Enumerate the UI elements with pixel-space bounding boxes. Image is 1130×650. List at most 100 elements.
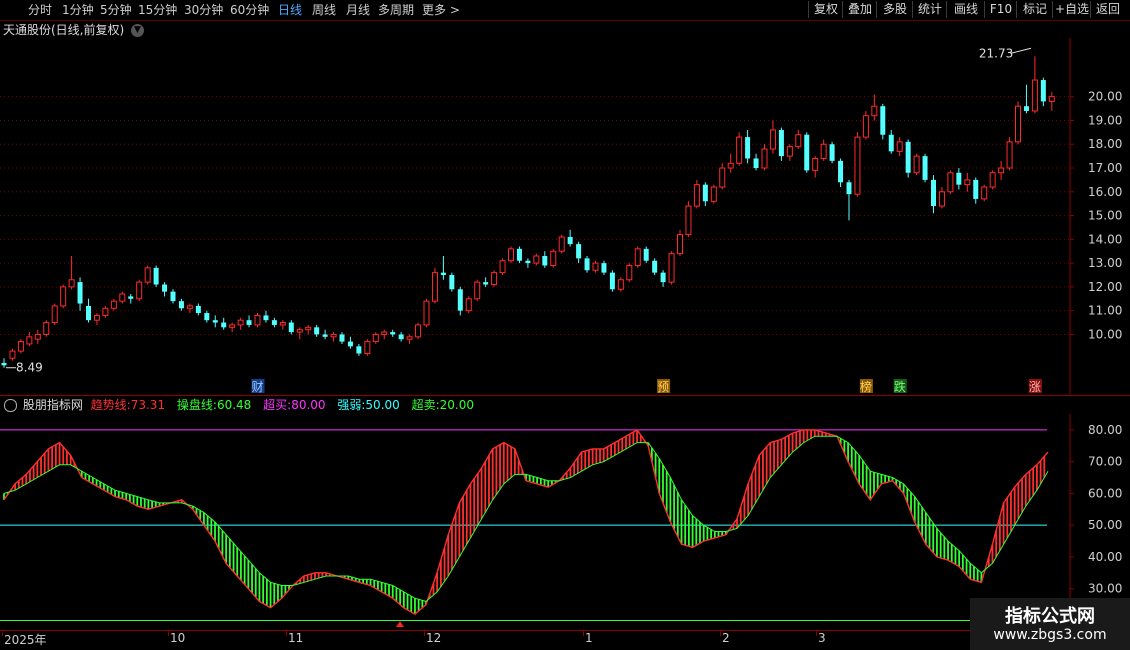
candle-body xyxy=(128,296,134,299)
oversold-value: 20.00 xyxy=(439,398,475,412)
candle-body xyxy=(525,260,531,264)
chevron-down-icon[interactable]: ▼ xyxy=(131,24,145,37)
candle-body xyxy=(592,262,599,271)
candle-body xyxy=(981,186,988,200)
time-axis-tick xyxy=(583,630,584,636)
panel-divider xyxy=(0,395,1130,396)
period-tab-6[interactable]: 日线 xyxy=(278,2,302,18)
candle-body xyxy=(1015,105,1021,143)
operate-line xyxy=(3,435,1049,602)
candle-body xyxy=(305,326,312,331)
toolbar-button-0[interactable]: 复权 xyxy=(808,1,843,18)
settings-icon[interactable] xyxy=(4,399,17,412)
period-tab-7[interactable]: 周线 xyxy=(312,2,336,18)
candle-body xyxy=(68,279,75,288)
candle-body xyxy=(922,156,928,180)
time-axis-tick xyxy=(816,630,817,636)
price-tick-label: 18.00 xyxy=(1088,137,1122,151)
event-marker: 跌 xyxy=(894,379,906,394)
period-tab-10[interactable]: 更多 > xyxy=(422,2,460,18)
candle-body xyxy=(938,191,945,207)
candle-body xyxy=(17,341,24,352)
candle-body xyxy=(415,324,422,338)
indicator-tick-label: 70.00 xyxy=(1088,455,1122,469)
candle-body xyxy=(516,248,522,261)
candle-body xyxy=(390,332,396,335)
candle-body xyxy=(431,272,438,302)
period-tab-5[interactable]: 60分钟 xyxy=(230,2,269,18)
candle-body xyxy=(896,141,903,152)
period-tab-3[interactable]: 15分钟 xyxy=(138,2,177,18)
candle-body xyxy=(60,286,67,307)
price-tick-label: 16.00 xyxy=(1088,185,1122,199)
time-axis-tick xyxy=(424,630,425,636)
period-tab-9[interactable]: 多周期 xyxy=(378,2,414,18)
period-toolbar: 分时 1分钟 5分钟 15分钟 30分钟 60分钟 日线 周线 月线 多周期 更多 > 复权 叠加 多股统… xyxy=(0,0,1130,21)
candle-body xyxy=(195,305,201,314)
candle-body xyxy=(279,322,286,326)
candle-body xyxy=(745,137,751,159)
toolbar-button-6[interactable]: 标记 xyxy=(1016,1,1053,18)
period-tab-2[interactable]: 5分钟 xyxy=(100,2,132,18)
candle-body xyxy=(26,336,33,345)
toolbar-button-7[interactable]: +自选 xyxy=(1052,1,1091,18)
candle-body xyxy=(854,136,861,195)
candle-body xyxy=(550,250,557,266)
candle-body xyxy=(162,284,168,292)
period-tab-4[interactable]: 30分钟 xyxy=(184,2,223,18)
time-axis-tick xyxy=(168,630,169,636)
candle-body xyxy=(702,184,708,202)
candle-body xyxy=(186,305,193,309)
candle-body xyxy=(753,158,759,169)
watermark-url: www.zbgs3.com xyxy=(993,627,1107,643)
candle-body xyxy=(136,281,143,300)
candle-body xyxy=(1040,80,1046,102)
candle-body xyxy=(660,272,666,283)
bottom-marker-icon xyxy=(396,621,404,627)
candle-body xyxy=(846,182,852,195)
candle-body xyxy=(677,234,683,255)
toolbar-button-3[interactable]: 统计 xyxy=(912,1,947,18)
time-axis-label: 10 xyxy=(170,631,186,645)
indicator-chart[interactable]: 80.0070.0060.0050.0040.0030.0020.00 xyxy=(0,414,1130,630)
period-tab-0[interactable]: 分时 xyxy=(28,2,52,18)
candle-body xyxy=(693,184,700,207)
candle-body xyxy=(457,289,463,311)
indicator-name: 股朋指标网 xyxy=(22,398,83,412)
overbought-label: 超买: xyxy=(263,398,292,412)
candle-body xyxy=(584,258,590,271)
strong-weak-legend: 强弱:50.00 xyxy=(337,398,403,412)
candle-body xyxy=(237,319,244,326)
period-tab-1[interactable]: 1分钟 xyxy=(62,2,94,18)
candle-body xyxy=(77,282,83,304)
candle-body xyxy=(736,136,743,164)
candle-body xyxy=(1006,141,1013,169)
high-price-pointer xyxy=(1010,47,1032,54)
candle-body xyxy=(761,148,768,169)
candle-body xyxy=(110,300,117,309)
candle-body xyxy=(964,179,971,186)
candle-body xyxy=(102,307,109,316)
toolbar-button-4[interactable]: 画线 xyxy=(946,1,985,18)
candle-body xyxy=(339,334,345,342)
toolbar-button-8[interactable]: 返回 xyxy=(1090,1,1125,18)
candle-body xyxy=(609,272,615,290)
candle-body xyxy=(314,327,320,335)
price-tick-label: 15.00 xyxy=(1088,209,1122,223)
candle-body xyxy=(820,143,827,160)
time-axis-tick xyxy=(720,630,721,636)
price-chart[interactable]: 20.00 19.00 18.00 17.00 16.00 15.00 14.00 13.00… xyxy=(0,38,1130,394)
candle-body xyxy=(567,236,573,245)
period-tab-8[interactable]: 月线 xyxy=(346,2,370,18)
price-tick-label: 12.00 xyxy=(1088,280,1122,294)
trend-line xyxy=(3,428,1049,615)
candle-body xyxy=(170,291,176,302)
toolbar-button-1[interactable]: 叠加 xyxy=(842,1,877,18)
toolbar-button-2[interactable]: 多股 xyxy=(876,1,913,18)
indicator-tick-label: 40.00 xyxy=(1088,550,1122,564)
candle-body xyxy=(347,341,353,347)
candle-body xyxy=(449,275,455,290)
toolbar-button-5[interactable]: F10 xyxy=(984,1,1017,18)
candle-body xyxy=(542,255,548,266)
candle-body xyxy=(499,260,506,274)
